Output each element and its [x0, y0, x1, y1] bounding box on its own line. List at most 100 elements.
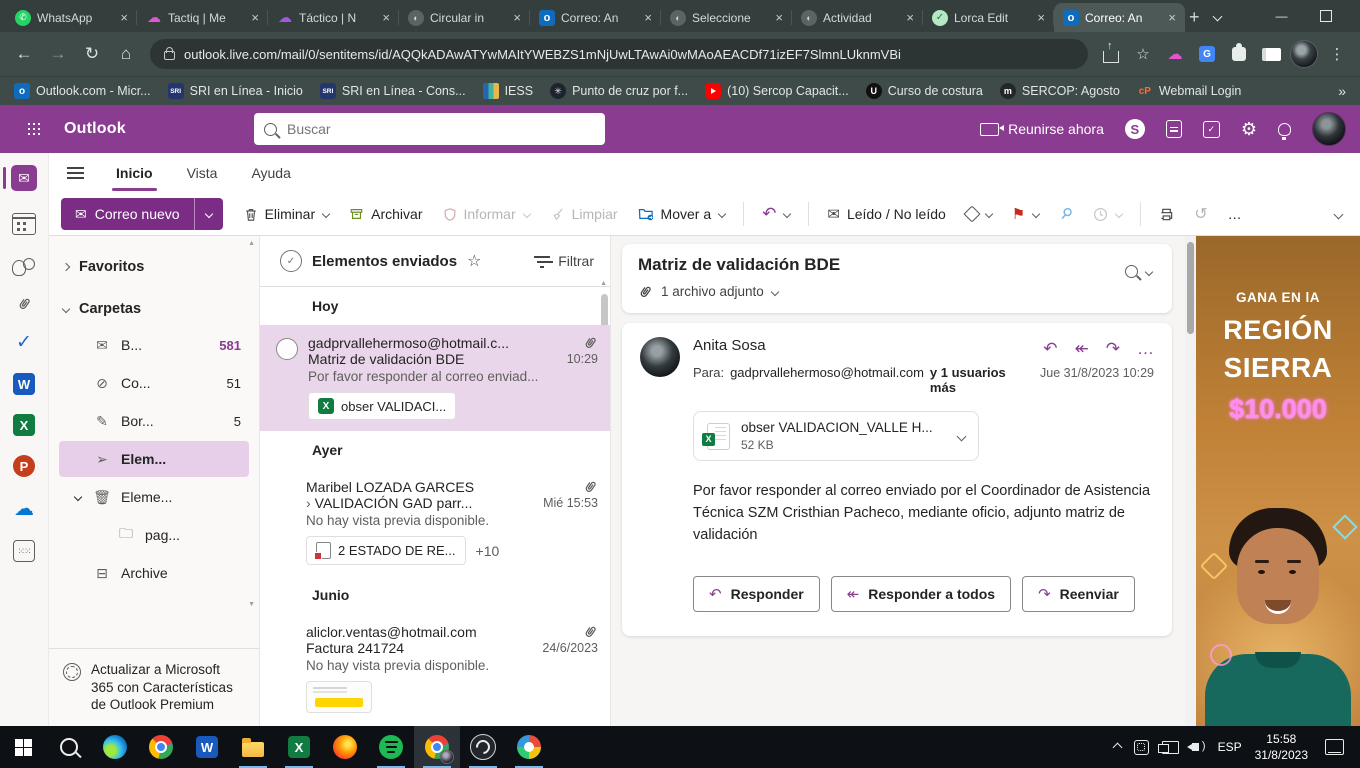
print-button[interactable] — [1150, 201, 1183, 228]
scrollbar-thumb[interactable] — [1187, 242, 1194, 334]
attachment-chip[interactable]: Xobser VALIDACI... — [308, 392, 456, 420]
browser-profile-avatar[interactable] — [1290, 40, 1318, 68]
side-panel-icon[interactable] — [1258, 41, 1284, 67]
taskbar-obs[interactable] — [460, 726, 506, 768]
folder-sent-items[interactable]: ➢Elem... — [59, 441, 249, 477]
search-box[interactable] — [254, 113, 605, 145]
select-message-radio[interactable] — [276, 338, 298, 360]
tab-whatsapp[interactable]: ✆WhatsApp× — [6, 3, 137, 32]
reply-icon[interactable]: ↶ — [1043, 339, 1057, 359]
rail-powerpoint-item[interactable]: P — [0, 455, 48, 477]
my-day-calendar-icon[interactable]: ✓ — [1203, 121, 1220, 138]
attachment-thumbnail[interactable] — [306, 681, 372, 713]
undo-button[interactable]: ↺ — [1185, 198, 1216, 230]
scroll-down-icon[interactable]: ▼ — [248, 601, 255, 608]
sender-name[interactable]: Anita Sosa — [693, 337, 766, 354]
taskbar-chrome-active[interactable] — [414, 726, 460, 768]
ad-banner[interactable]: GANA EN lA REGIÓN SIERRA $10.000 — [1196, 236, 1360, 726]
bookmarks-overflow-icon[interactable]: » — [1338, 83, 1346, 99]
search-input[interactable] — [285, 120, 595, 138]
bookmark-sercop-youtube[interactable]: (10) Sercop Capacit... — [705, 83, 849, 99]
tab-vista[interactable]: Vista — [185, 161, 220, 185]
tab-tactiq[interactable]: ☁Tactiq | Me× — [137, 3, 268, 32]
group-header-ayer[interactable]: Ayer — [260, 431, 610, 469]
attachment-tile[interactable]: X obser VALIDACION_VALLE H...52 KB — [693, 411, 979, 461]
tab-correo-active[interactable]: oCorreo: An× — [1054, 3, 1185, 32]
bookmark-punto-cruz[interactable]: ✳Punto de cruz por f... — [550, 83, 688, 99]
folder-inbox[interactable]: ✉B...581 — [59, 327, 249, 363]
notification-center-icon[interactable] — [1325, 739, 1344, 755]
zoom-controls[interactable] — [1125, 255, 1156, 278]
rail-mail-item[interactable]: ✉ — [0, 165, 48, 191]
thread-expand-icon[interactable]: › — [306, 495, 311, 511]
report-button[interactable]: Informar — [434, 200, 539, 228]
new-mail-dropdown-chevron-icon[interactable] — [194, 198, 223, 230]
maximize-button[interactable] — [1304, 0, 1348, 32]
upgrade-banner[interactable]: Actualizar a Microsoft 365 con Caracterí… — [49, 648, 259, 726]
new-tab-button[interactable]: + — [1189, 3, 1200, 31]
mail-item-3[interactable]: aliclor.ventas@hotmail.com Factura 24172… — [260, 614, 610, 724]
bookmark-sri-inicio[interactable]: SRISRI en Línea - Inicio — [168, 83, 303, 99]
folder-archive[interactable]: ⊟Archive — [59, 555, 249, 591]
attachments-summary[interactable]: 1 archivo adjunto — [638, 283, 1125, 300]
taskbar-word[interactable]: W — [184, 726, 230, 768]
reply-button[interactable]: ↶ — [753, 198, 799, 230]
taskbar-firefox[interactable] — [322, 726, 368, 768]
meet-now-button[interactable]: Reunirse ahora — [980, 121, 1104, 137]
rail-word-item[interactable]: W — [0, 373, 48, 395]
folder-drafts[interactable]: ✎Bor...5 — [59, 403, 249, 439]
bookmark-star-icon[interactable]: ☆ — [1130, 41, 1156, 67]
tray-app-icon[interactable] — [1134, 740, 1149, 755]
tab-search-chevron-icon[interactable] — [1200, 0, 1236, 32]
tactiq-extension-icon[interactable]: ☁ — [1162, 41, 1188, 67]
move-to-button[interactable]: Mover a — [629, 200, 735, 228]
start-button[interactable] — [0, 726, 46, 768]
bookmark-sercop-agosto[interactable]: mSERCOP: Agosto — [1000, 83, 1120, 99]
toolbar-more-button[interactable]: … — [1219, 200, 1251, 228]
app-launcher-waffle-icon[interactable] — [0, 105, 48, 153]
attachment-dropdown-chevron-icon[interactable] — [956, 431, 966, 441]
account-avatar[interactable] — [1312, 112, 1346, 146]
language-indicator[interactable]: ESP — [1218, 740, 1242, 754]
bookmark-curso-costura[interactable]: UCurso de costura — [866, 83, 983, 99]
browser-menu-kebab-icon[interactable]: ⋮ — [1324, 41, 1350, 67]
network-icon[interactable] — [1162, 741, 1179, 754]
scroll-up-icon[interactable]: ▲ — [248, 240, 255, 247]
taskbar-edge[interactable] — [92, 726, 138, 768]
reply-all-icon[interactable]: ↞ — [1075, 339, 1089, 359]
read-unread-button[interactable]: ✉Leído / No leído — [818, 199, 954, 229]
select-all-icon[interactable]: ✓ — [280, 250, 302, 272]
tab-close-icon[interactable]: × — [903, 10, 917, 25]
onenote-feed-icon[interactable] — [1166, 120, 1182, 138]
skype-icon[interactable]: S — [1125, 119, 1145, 139]
rail-files-item[interactable] — [0, 295, 48, 312]
taskbar-spotify[interactable] — [368, 726, 414, 768]
taskbar-excel[interactable]: X — [276, 726, 322, 768]
forward-icon[interactable]: → — [44, 40, 72, 68]
tab-close-icon[interactable]: × — [379, 10, 393, 25]
tab-correo-1[interactable]: oCorreo: An× — [530, 3, 661, 32]
archive-button[interactable]: Archivar — [340, 200, 431, 228]
tab-seleccione[interactable]: ◐Seleccione× — [661, 3, 792, 32]
list-scroll-up-icon[interactable]: ▲ — [600, 280, 607, 287]
rail-onedrive-item[interactable]: ☁ — [0, 496, 48, 521]
more-recipients[interactable]: y 1 usuarios más — [930, 365, 1034, 395]
translate-extension-icon[interactable]: G — [1194, 41, 1220, 67]
reply-all-button[interactable]: ↞Responder a todos — [831, 576, 1011, 612]
group-header-junio[interactable]: Junio — [260, 576, 610, 614]
clock[interactable]: 15:5831/8/2023 — [1255, 731, 1308, 763]
bookmark-iess[interactable]: IESS — [483, 83, 534, 99]
mail-item-1[interactable]: gadprvallehermoso@hotmail.c... Matriz de… — [260, 325, 610, 431]
back-icon[interactable]: ← — [10, 40, 38, 68]
extensions-puzzle-icon[interactable] — [1226, 41, 1252, 67]
reload-icon[interactable]: ↻ — [78, 40, 106, 68]
new-mail-button[interactable]: ✉Correo nuevo — [61, 198, 223, 230]
filter-button[interactable]: Filtrar — [534, 253, 594, 269]
mail-item-2[interactable]: Maribel LOZADA GARCES ›VALIDACIÓN GAD pa… — [260, 469, 610, 576]
rail-people-item[interactable] — [0, 254, 48, 276]
taskbar-search[interactable] — [46, 726, 92, 768]
categorize-button[interactable] — [957, 202, 1001, 226]
taskbar-chrome[interactable] — [138, 726, 184, 768]
bookmark-webmail[interactable]: cPWebmail Login — [1137, 83, 1241, 99]
tab-close-icon[interactable]: × — [641, 10, 655, 25]
